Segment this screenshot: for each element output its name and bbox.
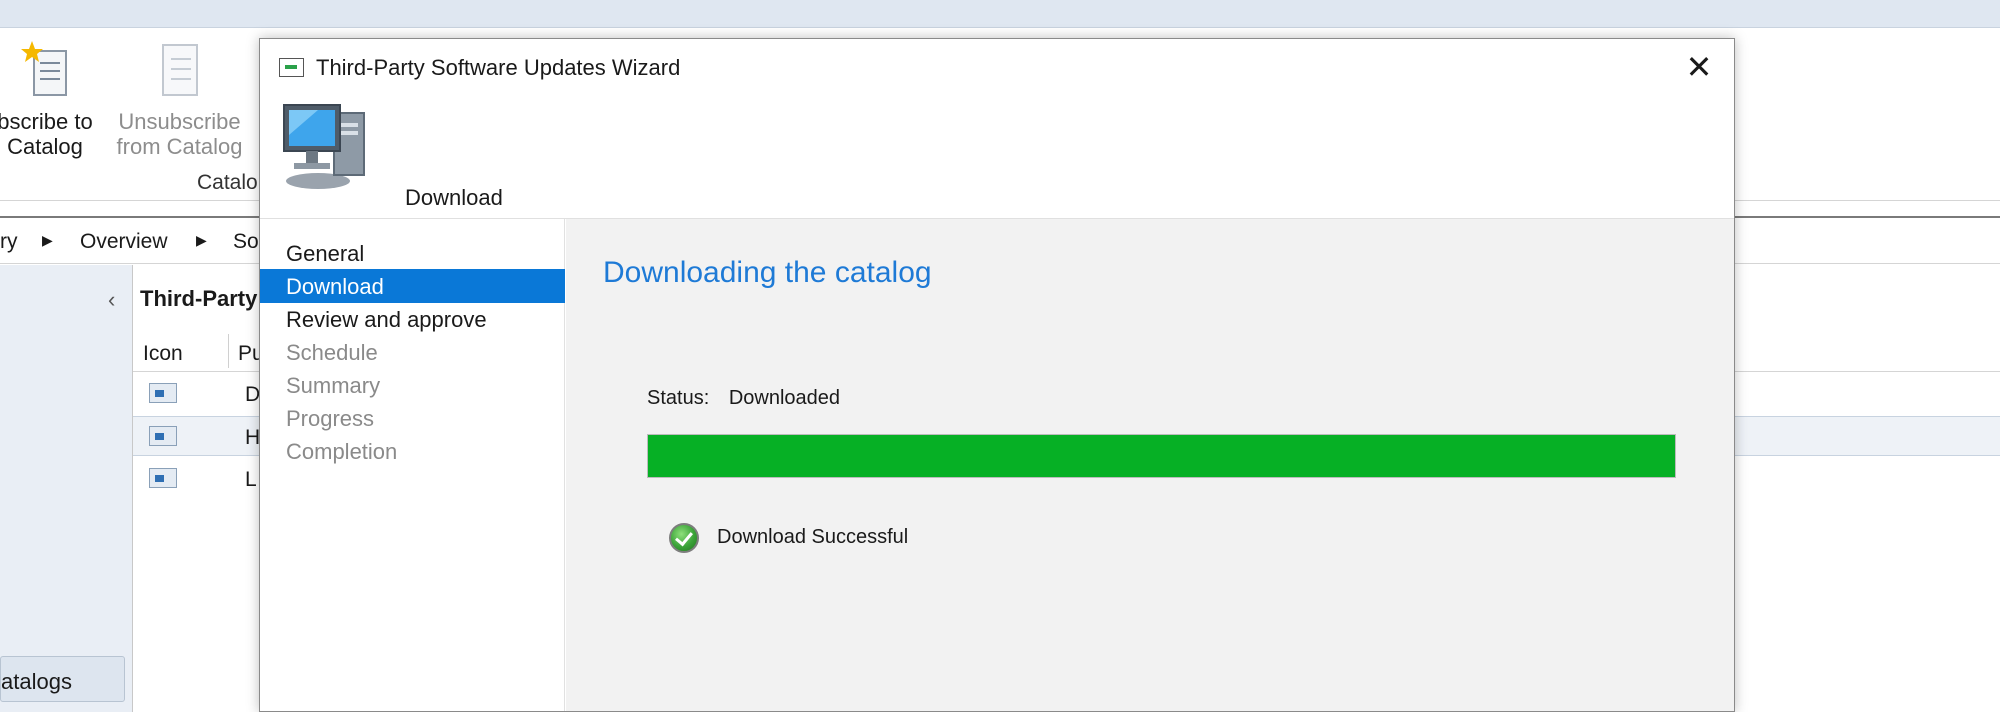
step-completion: Completion xyxy=(286,439,398,464)
wizard-titlebar[interactable]: Third-Party Software Updates Wizard ✕ xyxy=(260,39,1734,95)
breadcrumb-separator-icon: ▶ xyxy=(196,232,207,248)
catalog-row-icon xyxy=(149,468,177,488)
row-text: L xyxy=(245,468,257,491)
list-title: Third-Party xyxy=(140,286,258,311)
row-text: D xyxy=(245,383,261,406)
collapse-pane-icon[interactable]: ‹ xyxy=(108,287,115,313)
download-progress-bar xyxy=(647,434,1676,478)
row-text: H xyxy=(245,426,261,449)
catalog-row-icon xyxy=(149,383,177,403)
result-text: Download Successful xyxy=(717,526,909,548)
breadcrumb-item[interactable]: Overview xyxy=(80,230,168,254)
step-summary: Summary xyxy=(286,373,381,398)
close-icon: ✕ xyxy=(1685,49,1713,85)
console-top-strip xyxy=(0,0,2000,28)
success-check-icon xyxy=(669,523,699,553)
status-value: Downloaded xyxy=(728,387,841,409)
column-divider[interactable] xyxy=(228,334,229,368)
catalogs-nav-button[interactable]: atalogs xyxy=(0,656,125,702)
unsubscribe-catalog-icon xyxy=(153,39,207,103)
subscribe-catalog-icon xyxy=(18,39,72,103)
wizard-steps-nav: General Download Review and approve Sche… xyxy=(260,219,565,711)
wizard-dialog: Third-Party Software Updates Wizard ✕ Do… xyxy=(259,38,1735,712)
status-label: Status: xyxy=(647,387,710,409)
unsubscribe-button-label: Unsubscribe from Catalog xyxy=(116,109,243,159)
breadcrumb-separator-icon: ▶ xyxy=(42,232,53,248)
catalog-row-icon xyxy=(149,426,177,446)
close-button[interactable]: ✕ xyxy=(1664,39,1734,95)
subscribe-to-catalog-button[interactable]: bscribe to Catalog xyxy=(0,39,100,159)
wizard-window-icon xyxy=(279,58,304,77)
step-review-and-approve[interactable]: Review and approve xyxy=(260,302,565,336)
step-progress: Progress xyxy=(286,406,375,431)
wizard-title: Third-Party Software Updates Wizard xyxy=(316,55,681,80)
wizard-content: Downloading the catalog Status: Download… xyxy=(566,219,1734,711)
step-download[interactable]: Download xyxy=(260,269,565,303)
breadcrumb-item[interactable]: ry xyxy=(0,230,18,254)
column-header-icon[interactable]: Icon xyxy=(143,342,183,366)
ribbon-group-label: Catalo xyxy=(197,171,258,194)
unsubscribe-from-catalog-button[interactable]: Unsubscribe from Catalog xyxy=(112,39,247,159)
subscribe-button-label: bscribe to Catalog xyxy=(0,109,93,159)
progress-fill xyxy=(648,435,1675,477)
breadcrumb-item[interactable]: So xyxy=(233,230,259,254)
page-title: Download xyxy=(405,185,503,210)
status-row: Status: Downloaded xyxy=(647,387,840,410)
wizard-header: Download xyxy=(260,95,1734,219)
left-navigation-pane xyxy=(0,265,133,712)
content-heading: Downloading the catalog xyxy=(603,256,932,289)
step-general[interactable]: General xyxy=(260,236,565,270)
step-schedule: Schedule xyxy=(286,340,378,365)
computer-icon xyxy=(278,95,374,191)
